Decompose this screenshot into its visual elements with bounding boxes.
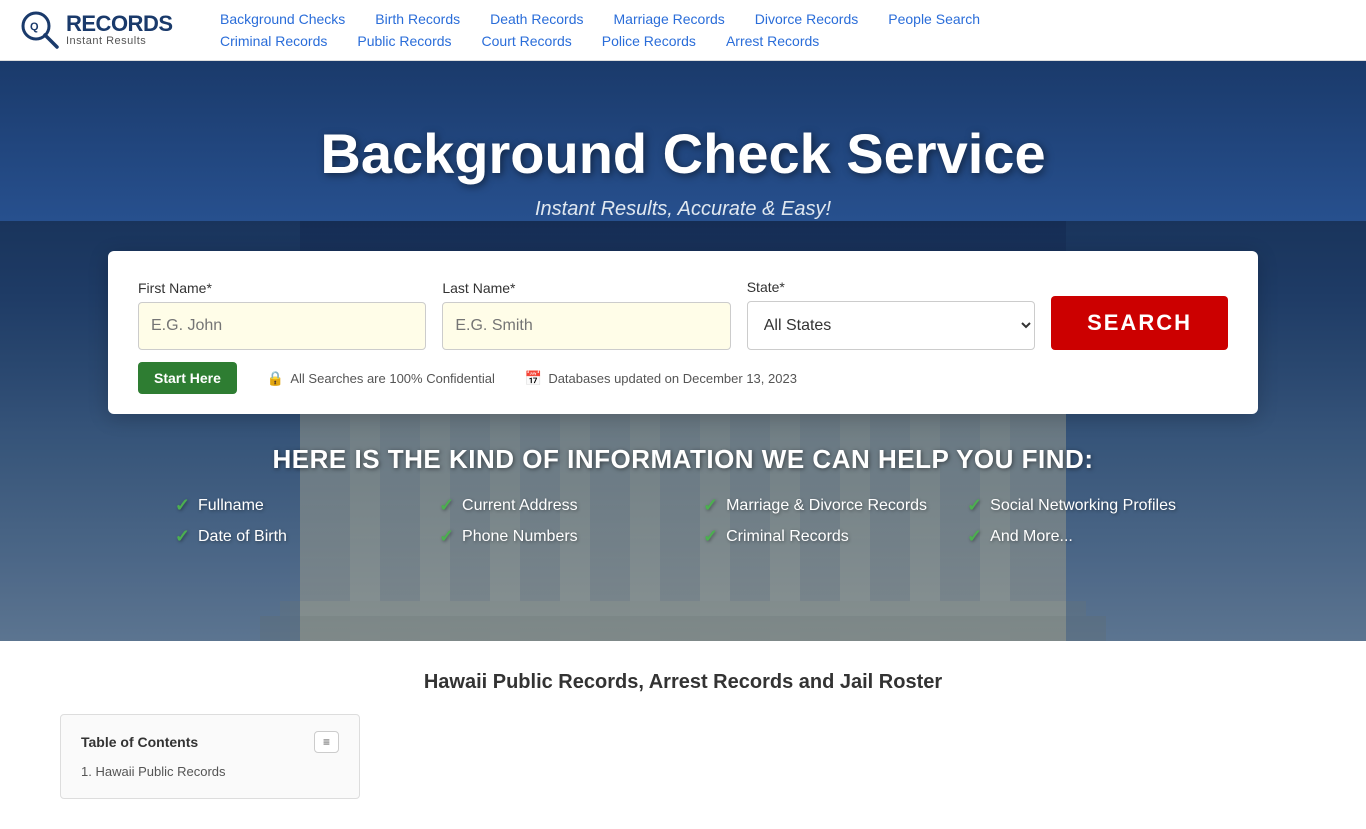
- toc-item-1[interactable]: 1. Hawaii Public Records: [81, 761, 339, 782]
- start-here-button[interactable]: Start Here: [138, 362, 237, 394]
- table-of-contents: Table of Contents ≡ 1. Hawaii Public Rec…: [60, 714, 360, 799]
- hero-content: Background Check Service Instant Results…: [0, 61, 1366, 547]
- svg-text:Q: Q: [30, 21, 39, 33]
- content-section: Hawaii Public Records, Arrest Records an…: [0, 641, 1366, 829]
- check-icon-5: ✓: [175, 526, 190, 547]
- last-name-input[interactable]: [442, 302, 730, 350]
- toc-header: Table of Contents ≡: [81, 731, 339, 753]
- db-update-note: 📅 Databases updated on December 13, 2023: [525, 370, 797, 387]
- info-label-marriage: Marriage & Divorce Records: [726, 497, 927, 515]
- logo-text: RECORDS Instant Results: [66, 13, 173, 47]
- info-label-phone: Phone Numbers: [462, 528, 578, 546]
- nav-marriage-records[interactable]: Marriage Records: [614, 11, 725, 27]
- check-icon-1: ✓: [175, 495, 190, 516]
- nav-public-records[interactable]: Public Records: [357, 33, 451, 49]
- info-label-social: Social Networking Profiles: [990, 497, 1176, 515]
- hero-section: Background Check Service Instant Results…: [0, 61, 1366, 641]
- navbar: Q RECORDS Instant Results Background Che…: [0, 0, 1366, 61]
- info-item-marriage: ✓ Marriage & Divorce Records: [703, 495, 927, 516]
- db-update-text: Databases updated on December 13, 2023: [548, 371, 797, 386]
- info-label-address: Current Address: [462, 497, 578, 515]
- info-item-more: ✓ And More...: [967, 526, 1191, 547]
- info-label-dob: Date of Birth: [198, 528, 287, 546]
- toc-label: Table of Contents: [81, 734, 198, 750]
- info-label-more: And More...: [990, 528, 1073, 546]
- hero-title: Background Check Service: [320, 121, 1045, 186]
- records-logo-icon: Q: [20, 10, 60, 50]
- state-label: State*: [747, 279, 1035, 295]
- check-icon-6: ✓: [439, 526, 454, 547]
- check-icon-7: ✓: [703, 526, 718, 547]
- calendar-icon: 📅: [525, 370, 542, 387]
- logo-sub-text: Instant Results: [66, 35, 173, 47]
- nav-criminal-records[interactable]: Criminal Records: [220, 33, 327, 49]
- first-name-group: First Name*: [138, 280, 426, 350]
- info-label-criminal: Criminal Records: [726, 528, 849, 546]
- logo-main-text: RECORDS: [66, 13, 173, 35]
- nav-people-search[interactable]: People Search: [888, 11, 980, 27]
- info-item-address: ✓ Current Address: [439, 495, 663, 516]
- confidential-text: All Searches are 100% Confidential: [290, 371, 495, 386]
- hero-subtitle: Instant Results, Accurate & Easy!: [535, 198, 831, 221]
- check-icon-3: ✓: [703, 495, 718, 516]
- nav-birth-records[interactable]: Birth Records: [375, 11, 460, 27]
- info-item-criminal: ✓ Criminal Records: [703, 526, 927, 547]
- check-icon-8: ✓: [967, 526, 982, 547]
- state-select[interactable]: All States AlabamaAlaskaArizona Arkansas…: [747, 301, 1035, 350]
- first-name-input[interactable]: [138, 302, 426, 350]
- nav-background-checks[interactable]: Background Checks: [220, 11, 345, 27]
- state-group: State* All States AlabamaAlaskaArizona A…: [747, 279, 1035, 350]
- info-item-social: ✓ Social Networking Profiles: [967, 495, 1191, 516]
- nav-court-records[interactable]: Court Records: [482, 33, 572, 49]
- search-box: First Name* Last Name* State* All States…: [108, 251, 1258, 414]
- nav-row-1: Background Checks Birth Records Death Re…: [220, 8, 1346, 30]
- logo[interactable]: Q RECORDS Instant Results: [20, 10, 200, 50]
- check-icon-4: ✓: [967, 495, 982, 516]
- nav-police-records[interactable]: Police Records: [602, 33, 696, 49]
- info-section: HERE IS THE KIND OF INFORMATION WE CAN H…: [115, 444, 1251, 547]
- toc-toggle-button[interactable]: ≡: [314, 731, 339, 753]
- content-page-title: Hawaii Public Records, Arrest Records an…: [60, 671, 1306, 694]
- search-fields: First Name* Last Name* State* All States…: [138, 279, 1228, 350]
- first-name-label: First Name*: [138, 280, 426, 296]
- info-item-fullname: ✓ Fullname: [175, 495, 399, 516]
- nav-death-records[interactable]: Death Records: [490, 11, 583, 27]
- info-item-dob: ✓ Date of Birth: [175, 526, 399, 547]
- confidential-note: 🔒 All Searches are 100% Confidential: [267, 370, 495, 387]
- last-name-group: Last Name*: [442, 280, 730, 350]
- search-footer: Start Here 🔒 All Searches are 100% Confi…: [138, 362, 1228, 394]
- last-name-label: Last Name*: [442, 280, 730, 296]
- search-button[interactable]: SEARCH: [1051, 296, 1228, 350]
- nav-row-2: Criminal Records Public Records Court Re…: [220, 30, 1346, 52]
- info-label-fullname: Fullname: [198, 497, 264, 515]
- info-grid: ✓ Fullname ✓ Current Address ✓ Marriage …: [175, 495, 1191, 547]
- nav-arrest-records[interactable]: Arrest Records: [726, 33, 819, 49]
- check-icon-2: ✓: [439, 495, 454, 516]
- info-item-phone: ✓ Phone Numbers: [439, 526, 663, 547]
- info-title: HERE IS THE KIND OF INFORMATION WE CAN H…: [175, 444, 1191, 475]
- lock-icon: 🔒: [267, 370, 284, 387]
- nav-links: Background Checks Birth Records Death Re…: [200, 8, 1346, 52]
- nav-divorce-records[interactable]: Divorce Records: [755, 11, 858, 27]
